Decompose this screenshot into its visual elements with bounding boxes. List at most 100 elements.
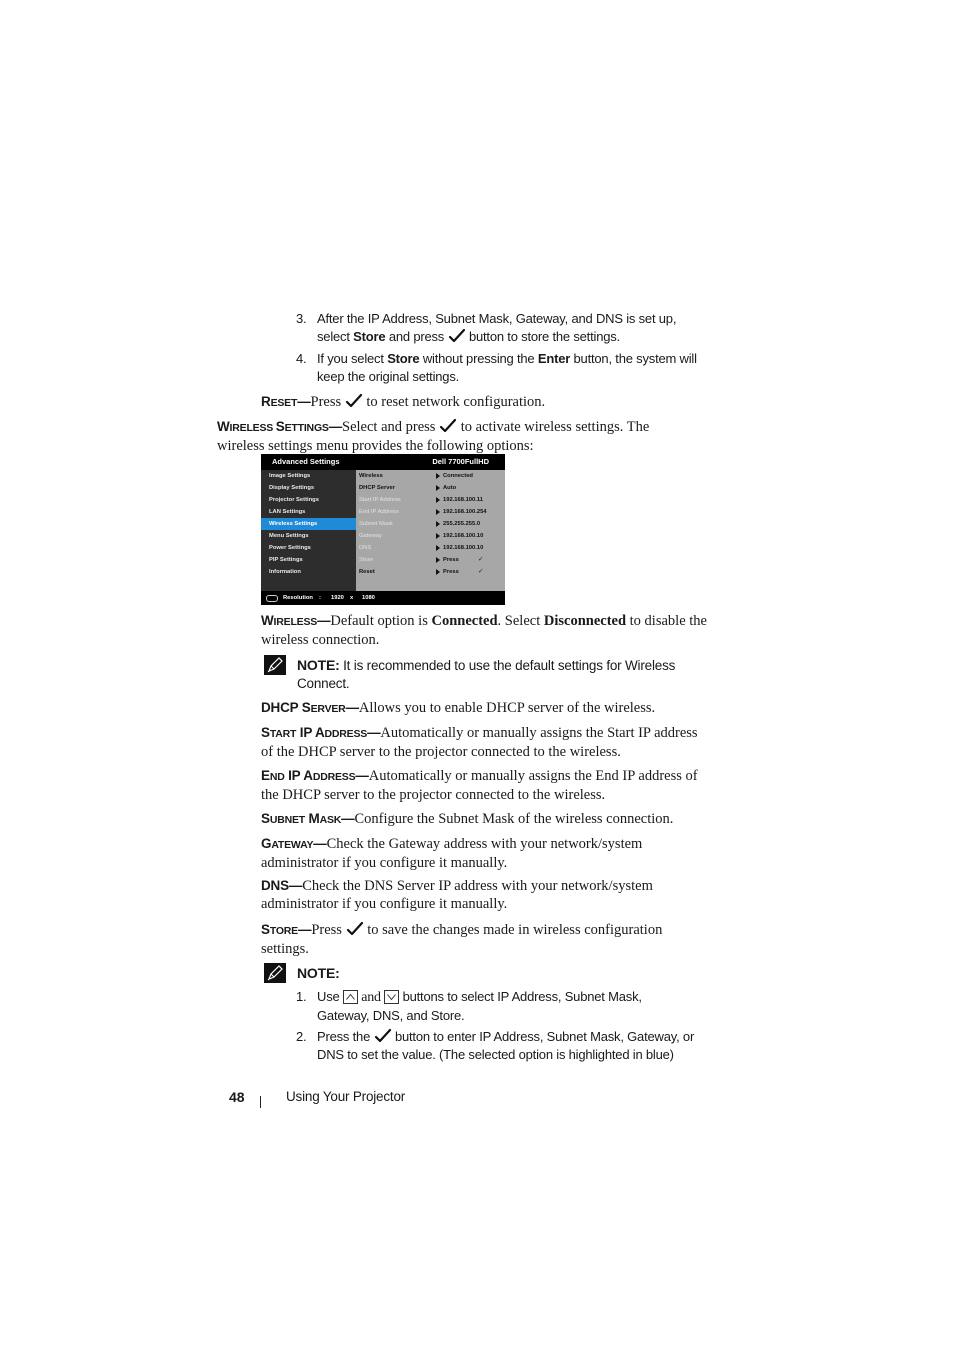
footer-divider xyxy=(260,1096,261,1108)
check-icon xyxy=(345,393,363,409)
triangle-right-icon xyxy=(436,497,440,503)
step-text: If you select Store without pressing the… xyxy=(317,350,712,386)
triangle-right-icon xyxy=(436,485,440,491)
osd-setting-label: Wireless xyxy=(359,473,383,479)
step-text: Press the button to enter IP Address, Su… xyxy=(317,1028,695,1062)
check-icon: ✓ xyxy=(478,556,484,563)
dhcp-server-paragraph: DHCP SERVER—Allows you to enable DHCP se… xyxy=(261,700,656,716)
start-ip-paragraph: START IP ADDRESS—Automatically or manual… xyxy=(261,725,698,760)
osd-menu-item: LAN Settings xyxy=(269,509,306,515)
subnet-mask-paragraph: SUBNET MASK—Configure the Subnet Mask of… xyxy=(261,811,674,827)
reset-term: RESET— xyxy=(261,394,311,409)
pencil-note-icon xyxy=(264,655,286,675)
step-number: 2. xyxy=(296,1029,307,1044)
resolution-icon xyxy=(266,595,278,602)
resolution-height: 1080 xyxy=(362,595,375,601)
triangle-right-icon xyxy=(436,473,440,479)
osd-setting-row: Gateway 192.168.100.10 xyxy=(356,530,505,542)
triangle-right-icon xyxy=(436,569,440,575)
wireless-paragraph: WIRELESS—Default option is Connected. Se… xyxy=(261,613,707,648)
gateway-term: GATEWAY— xyxy=(261,836,327,851)
store-keyword: Store xyxy=(353,329,386,344)
osd-menu-item: Image Settings xyxy=(269,473,311,479)
text: and press xyxy=(385,329,448,344)
osd-menu-item: Menu Settings xyxy=(269,533,309,539)
osd-menu-screenshot: Advanced Settings Dell 7700FullHD Image … xyxy=(261,454,505,605)
check-icon xyxy=(374,1028,392,1044)
store-paragraph: STORE—Press to save the changes made in … xyxy=(261,921,663,957)
osd-setting-value: 192.168.100.10 xyxy=(443,545,484,551)
text: If you select xyxy=(317,351,388,366)
step-number: 4. xyxy=(296,351,307,366)
dns-term: DNS— xyxy=(261,878,303,893)
osd-setting-label: Store xyxy=(359,557,373,563)
step-text: Use and buttons to select IP Address, Su… xyxy=(317,989,642,1023)
section-title: Using Your Projector xyxy=(286,1089,406,1104)
end-ip-term: END IP ADDRESS— xyxy=(261,768,369,783)
resolution-width: 1920 xyxy=(331,595,344,601)
down-arrow-button-icon xyxy=(384,990,400,1004)
osd-setting-value: 255.255.255.0 xyxy=(443,521,481,527)
page-number: 48 xyxy=(229,1089,245,1105)
text: Press xyxy=(310,394,345,410)
wireless-settings-paragraph: WIRELESS SETTINGS—Select and press to ac… xyxy=(217,418,677,455)
osd-setting-value: 192.168.100.254 xyxy=(443,509,487,515)
osd-setting-value: Press xyxy=(443,569,459,575)
osd-setting-value: Auto xyxy=(443,485,457,491)
wireless-term: WIRELESS— xyxy=(261,613,331,628)
osd-menu-item: Projector Settings xyxy=(269,497,319,503)
dns-paragraph: DNS—Check the DNS Server IP address with… xyxy=(261,878,653,912)
osd-setting-row: DNS 192.168.100.10 xyxy=(356,542,505,554)
osd-setting-value: 192.168.100.10 xyxy=(443,533,484,539)
osd-setting-label: DHCP Server xyxy=(359,485,395,491)
step-number: 1. xyxy=(296,989,307,1004)
text: without pressing the xyxy=(419,351,538,366)
triangle-right-icon xyxy=(436,509,440,515)
store-keyword: Store xyxy=(387,351,420,366)
text: to reset network configuration. xyxy=(362,394,546,410)
check-icon xyxy=(448,328,466,344)
triangle-right-icon xyxy=(436,521,440,527)
osd-model: Dell 7700FullHD xyxy=(432,457,489,466)
separator: : xyxy=(319,595,321,601)
text: Select and press xyxy=(342,419,440,435)
step-text: After the IP Address, Subnet Mask, Gatew… xyxy=(317,310,712,346)
note-recommend: NOTE: It is recommended to use the defau… xyxy=(297,656,707,693)
note-text: It is recommended to use the default set… xyxy=(297,658,676,691)
resolution-label: Resolution xyxy=(283,595,313,601)
step-number: 3. xyxy=(296,311,307,326)
store-term: STORE— xyxy=(261,922,312,937)
enter-keyword: Enter xyxy=(537,351,571,366)
wireless-settings-term: WIRELESS SETTINGS— xyxy=(217,419,343,434)
check-icon: ✓ xyxy=(478,568,484,575)
connected-keyword: Connected xyxy=(431,613,498,629)
osd-title: Advanced Settings xyxy=(272,457,340,466)
osd-setting-row: Wireless Connected xyxy=(356,470,505,482)
dhcp-server-term: DHCP SERVER— xyxy=(261,700,359,715)
note-label: NOTE: xyxy=(297,965,340,981)
osd-setting-label: DNS xyxy=(359,545,372,551)
end-ip-paragraph: END IP ADDRESS—Automatically or manually… xyxy=(261,768,698,803)
osd-setting-label: Gateway xyxy=(359,533,382,539)
osd-menu-item-selected: Wireless Settings xyxy=(261,518,356,530)
start-ip-term: START IP ADDRESS— xyxy=(261,725,381,740)
check-icon xyxy=(439,418,457,434)
triangle-right-icon xyxy=(436,545,440,551)
note-label: NOTE: xyxy=(297,657,340,673)
osd-menu-item: Power Settings xyxy=(269,545,311,551)
triangle-right-icon xyxy=(436,533,440,539)
osd-setting-value: Connected xyxy=(443,473,473,479)
osd-setting-row: DHCP Server Auto xyxy=(356,482,505,494)
up-arrow-button-icon xyxy=(342,990,358,1004)
osd-setting-row: End IP Address 192.168.100.254 xyxy=(356,506,505,518)
osd-header: Advanced Settings Dell 7700FullHD xyxy=(261,454,505,470)
osd-setting-label: Subnet Mask xyxy=(359,521,393,527)
osd-menu-item: PIP Settings xyxy=(269,557,303,563)
text: button to store the settings. xyxy=(465,329,620,344)
pencil-note-icon xyxy=(264,963,286,983)
osd-setting-value: Press xyxy=(443,557,459,563)
osd-right-panel: Wireless Connected DHCP Server Auto Start IP… xyxy=(356,470,505,591)
osd-setting-row: Subnet Mask 255.255.255.0 xyxy=(356,518,505,530)
osd-menu-item: Display Settings xyxy=(269,485,315,491)
triangle-right-icon xyxy=(436,557,440,563)
